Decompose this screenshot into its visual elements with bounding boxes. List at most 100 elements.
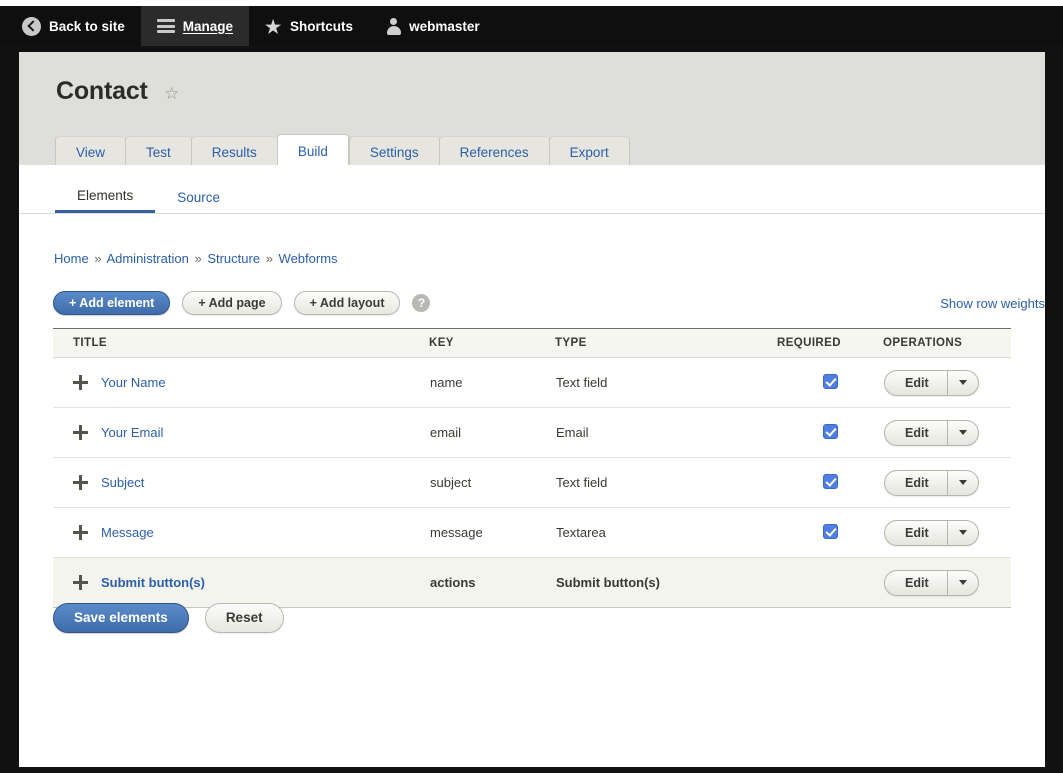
- cell-required: [777, 458, 883, 508]
- drag-handle-icon[interactable]: [73, 525, 88, 540]
- cell-required: [777, 408, 883, 458]
- subtab-elements[interactable]: Elements: [55, 181, 155, 213]
- cell-title: Submit button(s): [53, 558, 429, 608]
- operations-dropdown-button[interactable]: [948, 421, 978, 445]
- breadcrumb-item-structure[interactable]: Structure: [207, 251, 260, 266]
- tab-results[interactable]: Results: [191, 136, 277, 167]
- toolbar-label-manage: Manage: [183, 19, 233, 34]
- required-checkbox[interactable]: [823, 374, 838, 389]
- tab-settings[interactable]: Settings: [349, 136, 439, 167]
- element-actions-row: + Add element + Add page + Add layout ?: [53, 291, 430, 315]
- column-header-title: TITLE: [53, 329, 429, 358]
- cell-type: Text field: [555, 358, 777, 408]
- chevron-down-icon: [959, 380, 967, 385]
- tab-test[interactable]: Test: [125, 136, 191, 167]
- back-arrow-icon: [22, 17, 41, 36]
- edit-button[interactable]: Edit: [885, 421, 948, 445]
- breadcrumb-item-webforms[interactable]: Webforms: [279, 251, 338, 266]
- column-header-operations: OPERATIONS: [883, 329, 1011, 358]
- hamburger-menu-icon: [157, 19, 175, 33]
- screenshot-root: Back to site Manage ★ Shortcuts webmaste…: [0, 0, 1063, 773]
- toolbar-label-user: webmaster: [409, 19, 480, 34]
- operations-split-button: Edit: [884, 520, 979, 546]
- add-page-button[interactable]: + Add page: [182, 291, 281, 315]
- tab-references[interactable]: References: [439, 136, 549, 167]
- element-title-link[interactable]: Message: [101, 525, 154, 540]
- subtab-source[interactable]: Source: [155, 181, 242, 213]
- admin-toolbar: Back to site Manage ★ Shortcuts webmaste…: [0, 6, 1063, 46]
- tab-export[interactable]: Export: [549, 136, 630, 167]
- table-head: TITLE KEY TYPE REQUIRED OPERATIONS: [53, 329, 1011, 358]
- cell-operations: Edit: [883, 408, 1011, 458]
- required-checkbox[interactable]: [823, 524, 838, 539]
- tab-view[interactable]: View: [55, 136, 125, 167]
- page-title: Contact: [56, 77, 148, 106]
- cell-key: message: [429, 508, 555, 558]
- element-title-link[interactable]: Your Name: [101, 375, 166, 390]
- operations-split-button: Edit: [884, 570, 979, 596]
- cell-type: Submit button(s): [555, 558, 777, 608]
- edit-button[interactable]: Edit: [885, 571, 948, 595]
- drag-handle-icon[interactable]: [73, 425, 88, 440]
- table-header-row: TITLE KEY TYPE REQUIRED OPERATIONS: [53, 329, 1011, 358]
- cell-operations: Edit: [883, 558, 1011, 608]
- table-body: Your Name name Text field Edit: [53, 358, 1011, 608]
- element-title-link[interactable]: Submit button(s): [101, 575, 205, 590]
- star-icon: ★: [265, 18, 282, 34]
- column-header-type: TYPE: [555, 329, 777, 358]
- breadcrumb: Home » Administration » Structure » Webf…: [54, 251, 338, 266]
- drag-handle-icon[interactable]: [73, 375, 88, 390]
- toolbar-item-back-to-site[interactable]: Back to site: [0, 6, 141, 46]
- tab-build[interactable]: Build: [277, 134, 349, 167]
- content-panel: Contact ☆ View Test Results Build Settin…: [19, 52, 1045, 767]
- add-layout-button[interactable]: + Add layout: [294, 291, 401, 315]
- operations-split-button: Edit: [884, 420, 979, 446]
- chevron-down-icon: [959, 580, 967, 585]
- breadcrumb-item-administration[interactable]: Administration: [106, 251, 188, 266]
- breadcrumb-separator: »: [266, 251, 273, 266]
- help-icon[interactable]: ?: [412, 294, 430, 312]
- add-element-button[interactable]: + Add element: [53, 291, 170, 315]
- cell-title: Message: [53, 508, 429, 558]
- drag-handle-icon[interactable]: [73, 575, 88, 590]
- operations-dropdown-button[interactable]: [948, 521, 978, 545]
- elements-table: TITLE KEY TYPE REQUIRED OPERATIONS Your …: [53, 328, 1011, 608]
- primary-tabs: View Test Results Build Settings Referen…: [55, 134, 630, 167]
- required-checkbox[interactable]: [823, 474, 838, 489]
- cell-title: Your Email: [53, 408, 429, 458]
- show-row-weights-link[interactable]: Show row weights: [940, 296, 1045, 311]
- chevron-down-icon: [959, 430, 967, 435]
- toolbar-label-shortcuts: Shortcuts: [290, 19, 353, 34]
- required-checkbox[interactable]: [823, 424, 838, 439]
- edit-button[interactable]: Edit: [885, 521, 948, 545]
- operations-dropdown-button[interactable]: [948, 371, 978, 395]
- column-header-key: KEY: [429, 329, 555, 358]
- edit-button[interactable]: Edit: [885, 471, 948, 495]
- operations-dropdown-button[interactable]: [948, 571, 978, 595]
- element-title-link[interactable]: Your Email: [101, 425, 163, 440]
- save-elements-button[interactable]: Save elements: [53, 603, 189, 633]
- edit-button[interactable]: Edit: [885, 371, 948, 395]
- cell-title: Subject: [53, 458, 429, 508]
- reset-button[interactable]: Reset: [205, 603, 284, 633]
- table-row: Subject subject Text field Edit: [53, 458, 1011, 508]
- cell-key: actions: [429, 558, 555, 608]
- drag-handle-icon[interactable]: [73, 475, 88, 490]
- secondary-tabs-divider: [19, 213, 1045, 214]
- cell-key: name: [429, 358, 555, 408]
- toolbar-item-shortcuts[interactable]: ★ Shortcuts: [249, 6, 369, 46]
- cell-required: [777, 558, 883, 608]
- user-icon: [385, 18, 401, 35]
- breadcrumb-separator: »: [94, 251, 101, 266]
- cell-operations: Edit: [883, 358, 1011, 408]
- element-title-link[interactable]: Subject: [101, 475, 144, 490]
- operations-dropdown-button[interactable]: [948, 471, 978, 495]
- cell-required: [777, 358, 883, 408]
- table-row: Your Email email Email Edit: [53, 408, 1011, 458]
- cell-type: Text field: [555, 458, 777, 508]
- favorite-star-icon[interactable]: ☆: [164, 85, 179, 102]
- breadcrumb-item-home[interactable]: Home: [54, 251, 89, 266]
- toolbar-item-user[interactable]: webmaster: [369, 6, 496, 46]
- toolbar-item-manage[interactable]: Manage: [141, 6, 249, 46]
- cell-type: Email: [555, 408, 777, 458]
